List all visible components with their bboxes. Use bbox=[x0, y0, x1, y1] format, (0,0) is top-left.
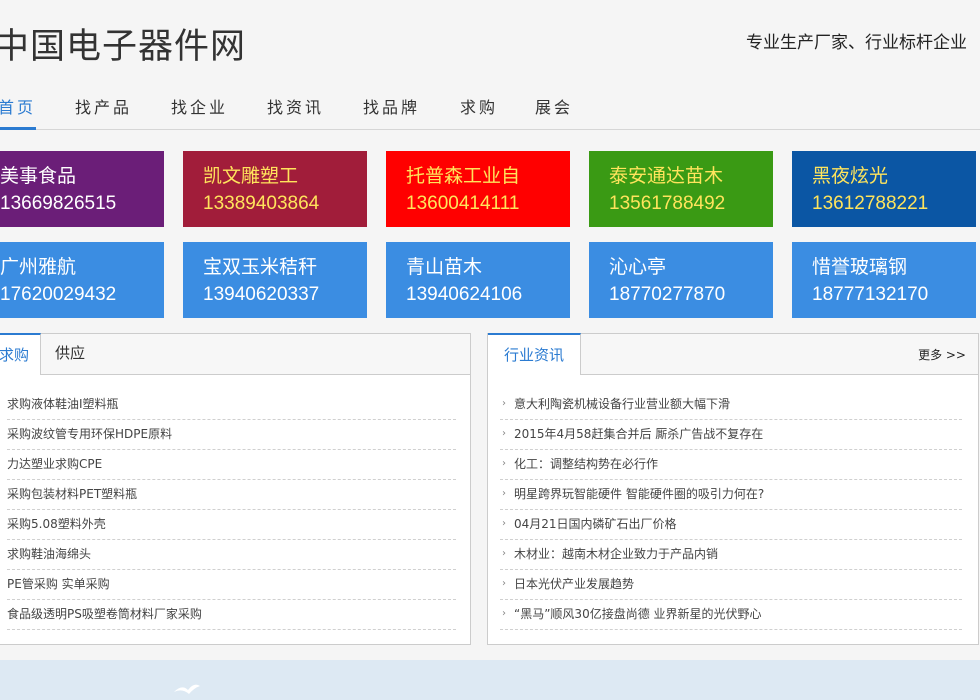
company-tile[interactable]: 沁心亭 18770277870 bbox=[589, 242, 773, 318]
company-name: 凯文雕塑工 bbox=[203, 165, 299, 187]
company-tile[interactable]: 黑夜炫光 13612788221 bbox=[792, 151, 976, 227]
slogan: 专业生产厂家、行业标杆企业 bbox=[746, 33, 967, 53]
company-tile[interactable]: 美事食品 13669826515 bbox=[0, 151, 164, 227]
more-link[interactable]: 更多 >> bbox=[918, 346, 966, 363]
nav-find-brands[interactable]: 找品牌 bbox=[363, 88, 420, 130]
trade-panel: 求购 供应 求购液体鞋油I塑料瓶 采购波纹管专用环保HDPE原料 力达塑业求购C… bbox=[0, 333, 471, 645]
list-item[interactable]: 力达塑业求购CPE bbox=[7, 450, 456, 480]
list-item[interactable]: › 04月21日国内磷矿石出厂价格 bbox=[500, 510, 962, 540]
company-name: 泰安通达苗木 bbox=[609, 165, 724, 187]
bottom-banner bbox=[0, 660, 980, 700]
list-item[interactable]: 采购波纹管专用环保HDPE原料 bbox=[7, 420, 456, 450]
company-phone: 13940620337 bbox=[203, 284, 320, 305]
list-item[interactable]: › 明星跨界玩智能硬件 智能硬件圈的吸引力何在? bbox=[500, 480, 962, 510]
site-logo[interactable]: 中国电子器件网 bbox=[0, 18, 246, 69]
list-item[interactable]: › 2015年4月58赶集合并后 厮杀广告战不复存在 bbox=[500, 420, 962, 450]
bullet-arrow-icon: › bbox=[502, 488, 506, 499]
list-item[interactable]: 求购鞋油海绵头 bbox=[7, 540, 456, 570]
company-phone: 13669826515 bbox=[0, 193, 117, 214]
news-panel: 行业资讯 更多 >> › 意大利陶瓷机械设备行业营业额大幅下滑 › 2015年4月5… bbox=[487, 333, 979, 645]
company-tile[interactable]: 凯文雕塑工 13389403864 bbox=[183, 151, 367, 227]
bullet-arrow-icon: › bbox=[502, 428, 506, 439]
company-tile[interactable]: 青山苗木 13940624106 bbox=[386, 242, 570, 318]
list-item[interactable]: 采购5.08塑料外壳 bbox=[7, 510, 456, 540]
list-item[interactable]: 食品级透明PS吸塑卷筒材料厂家采购 bbox=[7, 600, 456, 630]
company-phone: 13612788221 bbox=[812, 193, 929, 214]
list-item[interactable]: 求购液体鞋油I塑料瓶 bbox=[7, 390, 456, 420]
tab-supply[interactable]: 供应 bbox=[55, 333, 85, 375]
header: 中国电子器件网 专业生产厂家、行业标杆企业 bbox=[0, 0, 980, 88]
bullet-arrow-icon: › bbox=[502, 458, 506, 469]
news-list: › 意大利陶瓷机械设备行业营业额大幅下滑 › 2015年4月58赶集合并后 厮杀广告… bbox=[500, 390, 962, 630]
company-phone: 13561788492 bbox=[609, 193, 726, 214]
company-phone: 13940624106 bbox=[406, 284, 523, 305]
tab-purchase[interactable]: 求购 bbox=[0, 333, 41, 375]
main-nav: 首页 找产品 找企业 找资讯 找品牌 求购 展会 bbox=[0, 88, 980, 130]
company-tile[interactable]: 托普森工业自 13600414111 bbox=[386, 151, 570, 227]
company-tile[interactable]: 泰安通达苗木 13561788492 bbox=[589, 151, 773, 227]
bullet-arrow-icon: › bbox=[502, 548, 506, 559]
nav-find-products[interactable]: 找产品 bbox=[75, 88, 132, 130]
company-name: 美事食品 bbox=[0, 165, 77, 187]
bullet-arrow-icon: › bbox=[502, 578, 506, 589]
company-name: 广州雅航 bbox=[0, 256, 77, 278]
company-phone: 13389403864 bbox=[203, 193, 320, 214]
company-name: 黑夜炫光 bbox=[812, 165, 889, 187]
bullet-arrow-icon: › bbox=[502, 398, 506, 409]
list-item[interactable]: PE管采购 实单采购 bbox=[7, 570, 456, 600]
company-tile[interactable]: 宝双玉米秸秆 13940620337 bbox=[183, 242, 367, 318]
nav-home[interactable]: 首页 bbox=[0, 88, 37, 130]
company-phone: 17620029432 bbox=[0, 284, 117, 305]
nav-exhibitions[interactable]: 展会 bbox=[535, 88, 573, 130]
company-name: 沁心亭 bbox=[609, 256, 667, 278]
company-phone: 18770277870 bbox=[609, 284, 726, 305]
list-item[interactable]: › 意大利陶瓷机械设备行业营业额大幅下滑 bbox=[500, 390, 962, 420]
list-item[interactable]: › 日本光伏产业发展趋势 bbox=[500, 570, 962, 600]
list-item[interactable]: › “黑马”顺风30亿接盘尚德 业界新星的光伏野心 bbox=[500, 600, 962, 630]
bullet-arrow-icon: › bbox=[502, 518, 506, 529]
company-phone: 13600414111 bbox=[406, 193, 520, 214]
tab-industry-news[interactable]: 行业资讯 bbox=[488, 333, 581, 375]
list-item[interactable]: 采购包装材料PET塑料瓶 bbox=[7, 480, 456, 510]
nav-find-news[interactable]: 找资讯 bbox=[267, 88, 324, 130]
bird-icon bbox=[174, 684, 200, 694]
company-phone: 18777132170 bbox=[812, 284, 929, 305]
company-tile[interactable]: 惜誉玻璃钢 18777132170 bbox=[792, 242, 976, 318]
news-tabbar: 行业资讯 更多 >> bbox=[488, 333, 978, 375]
list-item[interactable]: › 化工：调整结构势在必行作 bbox=[500, 450, 962, 480]
trade-list: 求购液体鞋油I塑料瓶 采购波纹管专用环保HDPE原料 力达塑业求购CPE 采购包… bbox=[7, 390, 456, 630]
list-item[interactable]: › 木材业：越南木材企业致力于产品内销 bbox=[500, 540, 962, 570]
company-name: 宝双玉米秸秆 bbox=[203, 256, 318, 278]
company-tile[interactable]: 广州雅航 17620029432 bbox=[0, 242, 164, 318]
company-name: 托普森工业自 bbox=[406, 165, 521, 187]
nav-purchase[interactable]: 求购 bbox=[460, 88, 498, 130]
company-name: 青山苗木 bbox=[406, 256, 483, 278]
company-name: 惜誉玻璃钢 bbox=[812, 256, 908, 278]
nav-find-companies[interactable]: 找企业 bbox=[171, 88, 228, 130]
bullet-arrow-icon: › bbox=[502, 608, 506, 619]
trade-tabbar: 求购 供应 bbox=[0, 333, 470, 375]
